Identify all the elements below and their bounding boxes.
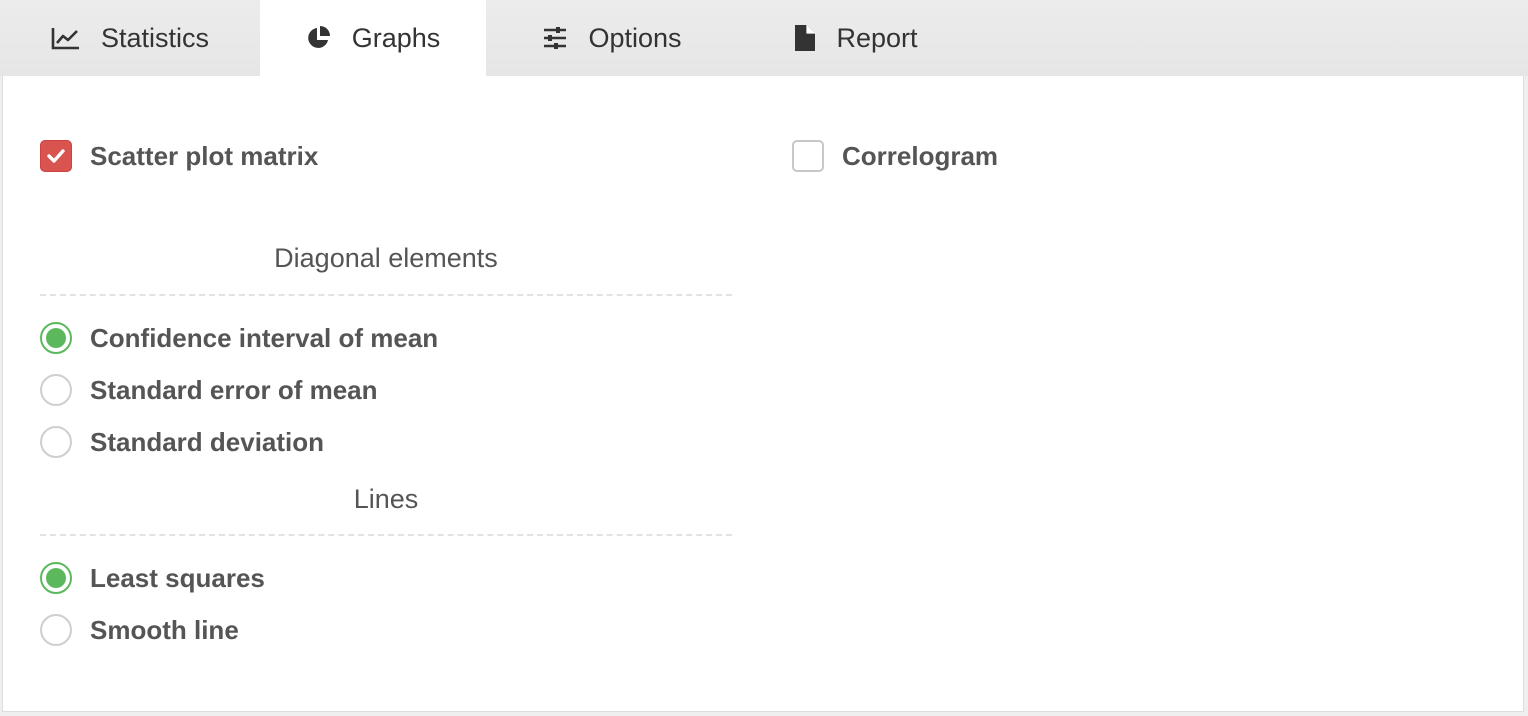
tab-statistics[interactable]: Statistics: [0, 0, 260, 76]
tab-graphs[interactable]: Graphs: [260, 0, 486, 76]
radio-button[interactable]: [40, 426, 72, 458]
diagonal-elements-divider: [40, 294, 732, 296]
radio-label: Confidence interval of mean: [90, 322, 439, 353]
document-icon: [794, 24, 816, 52]
radio-label: Standard deviation: [90, 426, 325, 457]
radio-confidence-interval[interactable]: Confidence interval of mean: [40, 322, 438, 354]
radio-standard-error[interactable]: Standard error of mean: [40, 374, 378, 406]
checkmark-icon: [47, 149, 65, 163]
radio-standard-deviation[interactable]: Standard deviation: [40, 426, 324, 458]
scatter-plot-matrix-checkbox[interactable]: [40, 140, 72, 172]
diagonal-elements-heading: Diagonal elements: [274, 243, 498, 273]
radio-least-squares[interactable]: Least squares: [40, 562, 265, 594]
radio-label: Least squares: [90, 562, 265, 593]
tab-report-label: Report: [836, 22, 918, 53]
scatter-plot-matrix-option[interactable]: Scatter plot matrix: [40, 140, 318, 172]
lines-heading: Lines: [353, 484, 419, 514]
radio-smooth-line[interactable]: Smooth line: [40, 614, 239, 646]
tab-options-label: Options: [588, 22, 682, 53]
radio-label: Smooth line: [90, 614, 239, 645]
line-chart-icon: [51, 26, 81, 50]
radio-button[interactable]: [40, 374, 72, 406]
radio-button[interactable]: [40, 562, 72, 594]
correlogram-checkbox[interactable]: [792, 140, 824, 172]
lines-divider: [40, 534, 732, 536]
tab-options[interactable]: Options: [486, 0, 738, 76]
tab-bar: Statistics Graphs Options Report: [0, 0, 1528, 76]
correlogram-option[interactable]: Correlogram: [792, 140, 998, 172]
tab-statistics-label: Statistics: [100, 22, 210, 53]
radio-label: Standard error of mean: [90, 374, 378, 405]
correlogram-label: Correlogram: [842, 140, 999, 171]
radio-button[interactable]: [40, 614, 72, 646]
scatter-plot-matrix-label: Scatter plot matrix: [90, 140, 319, 171]
sliders-icon: [542, 26, 568, 50]
radio-button[interactable]: [40, 322, 72, 354]
pie-chart-icon: [306, 25, 332, 51]
tab-report[interactable]: Report: [738, 0, 974, 76]
tab-graphs-label: Graphs: [351, 22, 441, 53]
